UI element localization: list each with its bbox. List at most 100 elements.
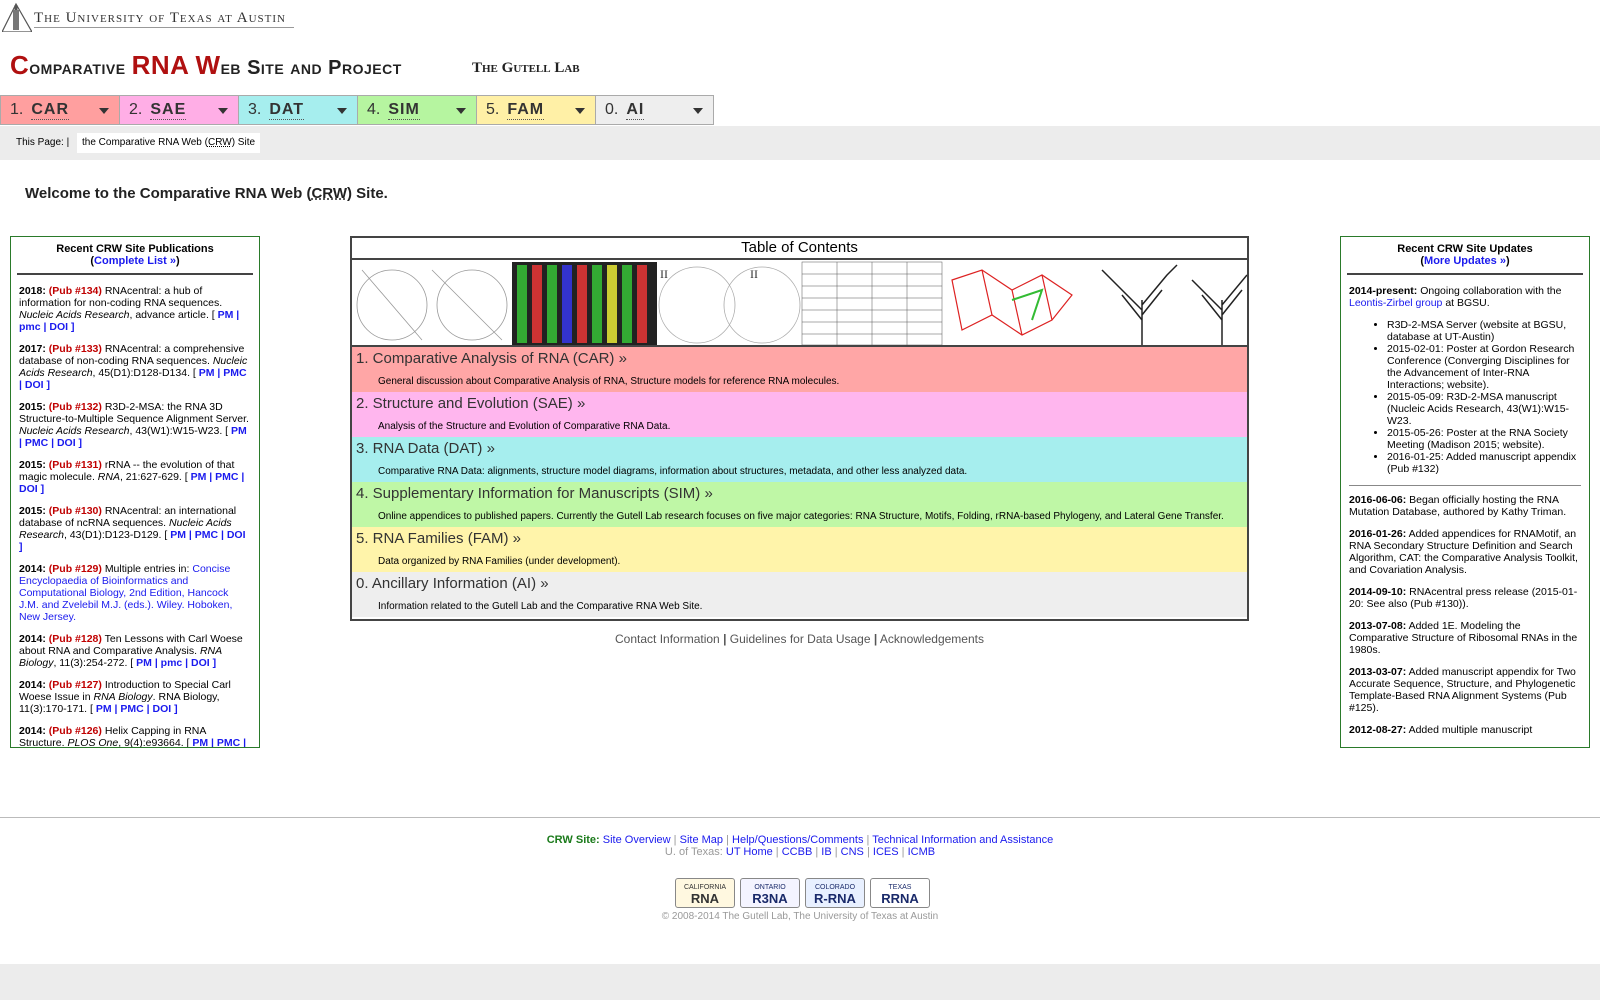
update-date: 2014-09-10: [1349,586,1407,598]
pub-journal: RNA [97,471,120,483]
pub-number-link[interactable]: (Pub #131) [49,459,102,471]
toc-section-title[interactable]: 2. Structure and Evolution (SAE) » [356,395,1247,412]
title-cap-c: C [10,50,30,80]
pub-number-link[interactable]: (Pub #132) [49,401,102,413]
ut-header[interactable]: The University of Texas at Austin [0,0,310,34]
footer-ut-link[interactable]: UT Home [726,846,773,858]
guidelines-link[interactable]: Guidelines for Data Usage [730,632,871,646]
acknowledgements-link[interactable]: Acknowledgements [880,632,984,646]
pub-citation: , 9(4):e93664. [ [118,737,190,748]
update-text[interactable]: Added multiple manuscript [1409,724,1533,736]
license-plate-image[interactable]: CALIFORNIA RNA [675,878,735,908]
nav-tab-sim[interactable]: 4. SIM [357,95,476,125]
footer-crw-link[interactable]: Site Overview [603,834,671,846]
toc-section[interactable]: 5. RNA Families (FAM) » Data organized by… [352,527,1247,572]
main-nav: 1. CAR 2. SAE 3. DAT 4. SIM 5. FAM 0. AI [0,95,714,125]
nav-tab-number: 3. [248,101,262,118]
pub-links[interactable]: PM | pmc | DOI ] [136,657,216,669]
update-entry: 2016-06-06: Began officially hosting the… [1349,494,1581,518]
updates-panel: Recent CRW Site Updates (More Updates »)… [1340,236,1590,748]
site-title[interactable]: Comparative RNA Web Site and Project [10,50,402,81]
toc-banner-image: II II [352,260,1247,347]
footer-crw-link[interactable]: Site Map [680,834,723,846]
pub-year: 2015: [19,401,46,413]
toc-footer-links: Contact Information | Guidelines for Dat… [615,632,984,646]
license-plate-image[interactable]: TEXAS RRNA [870,878,930,908]
caret-down-icon[interactable] [693,108,703,114]
updates-list: 2014-present: Ongoing collaboration with… [1341,275,1589,736]
nav-tab-dat[interactable]: 3. DAT [238,95,357,125]
toc-section[interactable]: 2. Structure and Evolution (SAE) » Analys… [352,392,1247,437]
footer-ut-link[interactable]: CCBB [782,846,813,858]
ut-label: U. of Texas: [664,846,723,858]
update-bullet[interactable]: 2016-01-25: Added manuscript appendix (P… [1387,451,1581,475]
pub-journal: Nucleic Acids Research [19,425,130,437]
caret-down-icon[interactable] [456,108,466,114]
caret-down-icon[interactable] [218,108,228,114]
nav-tab-sae[interactable]: 2. SAE [119,95,238,125]
update-date: 2014-present: [1349,285,1418,297]
update-bullet[interactable]: 2015-02-01: Poster at Gordon Research Co… [1387,343,1581,391]
caret-down-icon[interactable] [99,108,109,114]
footer-ut-link[interactable]: CNS [841,846,864,858]
pub-number-link[interactable]: (Pub #127) [49,679,102,691]
nav-tab-number: 5. [486,101,500,118]
pub-year: 2014: [19,725,46,737]
footer-crw-links: CRW Site: Site Overview | Site Map | Hel… [546,834,1054,846]
publications-list: 2018: (Pub #134) RNAcentral: a hub of in… [11,275,259,748]
toc-section-title[interactable]: 1. Comparative Analysis of RNA (CAR) » [356,350,1247,367]
toc-section-title[interactable]: 3. RNA Data (DAT) » [356,440,1247,457]
toc-section-title[interactable]: 5. RNA Families (FAM) » [356,530,1247,547]
footer-ut-link[interactable]: IB [821,846,831,858]
leontis-zirbel-link[interactable]: Leontis-Zirbel group [1349,297,1442,309]
pub-number-link[interactable]: (Pub #133) [49,343,102,355]
more-updates-link[interactable]: More Updates » [1424,255,1506,267]
toc-section-title[interactable]: 4. Supplementary Information for Manuscr… [356,485,1247,502]
pub-year: 2015: [19,459,46,471]
publication-item: 2017: (Pub #133) RNAcentral: a comprehen… [19,343,251,391]
this-page-label: This Page: | [16,137,70,148]
toc-section[interactable]: 1. Comparative Analysis of RNA (CAR) » Ge… [352,347,1247,392]
bottom-strip [0,964,1600,1000]
nav-tab-abbr: SIM [388,100,420,120]
footer-crw-link[interactable]: Help/Questions/Comments [732,834,863,846]
publication-item: 2015: (Pub #130) RNAcentral: an internat… [19,505,251,553]
nav-tab-number: 2. [129,101,143,118]
pub-number-link[interactable]: (Pub #129) [49,563,102,575]
footer-crw-link[interactable]: Technical Information and Assistance [872,834,1053,846]
toc-section[interactable]: 3. RNA Data (DAT) » Comparative RNA Data:… [352,437,1247,482]
contact-information-link[interactable]: Contact Information [615,632,720,646]
license-plate-image[interactable]: ONTARIO R3NA [740,878,800,908]
update-bullet[interactable]: 2015-05-26: Poster at the RNA Society Me… [1387,427,1581,451]
this-page-pill[interactable]: the Comparative RNA Web (CRW) Site [77,133,261,153]
license-plate-image[interactable]: COLORADO R-RNA [805,878,865,908]
pub-links[interactable]: PM | PMC | [192,737,246,747]
update-bullet[interactable]: R3D-2-MSA Server (website at BGSU, datab… [1387,319,1581,343]
nav-tab-ai[interactable]: 0. AI [595,95,714,125]
footer-ut-link[interactable]: ICES [873,846,899,858]
nav-tab-car[interactable]: 1. CAR [0,95,119,125]
complete-list-link[interactable]: Complete List » [94,255,176,267]
lab-title[interactable]: The Gutell Lab [472,60,580,77]
pub-number-link[interactable]: (Pub #126) [49,725,102,737]
footer-divider [0,817,1600,818]
pub-journal: PLOS One [67,737,119,748]
nav-tab-fam[interactable]: 5. FAM [476,95,595,125]
pub-number-link[interactable]: (Pub #130) [49,505,102,517]
pub-citation: , 21:627-629. [ [119,471,188,483]
pub-number-link[interactable]: (Pub #128) [49,633,102,645]
pub-links[interactable]: PM | PMC | DOI ] [96,703,178,715]
toc-section[interactable]: 0. Ancillary Information (AI) » Informati… [352,572,1247,617]
pill-post: ) Site [231,137,256,148]
toc-section-title[interactable]: 0. Ancillary Information (AI) » [356,575,1247,592]
toc-section-desc: Analysis of the Structure and Evolution … [378,421,671,432]
caret-down-icon[interactable] [337,108,347,114]
plate-text: R3NA [752,891,788,906]
update-bullet[interactable]: 2015-05-09: R3D-2-MSA manuscript (Nuclei… [1387,391,1581,427]
caret-down-icon[interactable] [575,108,585,114]
toc-section[interactable]: 4. Supplementary Information for Manuscr… [352,482,1247,527]
pub-number-link[interactable]: (Pub #134) [49,285,102,297]
footer-ut-link[interactable]: ICMB [908,846,936,858]
title-part-1: omparative [29,57,132,79]
welcome-abbr: CRW [311,185,347,202]
